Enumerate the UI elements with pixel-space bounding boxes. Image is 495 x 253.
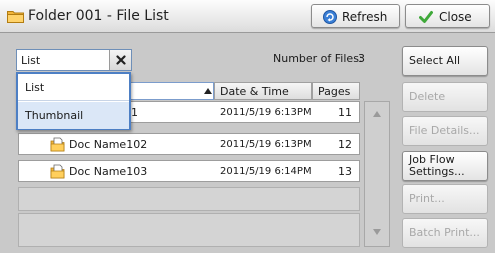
view-mode-dropdown: List Thumbnail <box>16 72 131 130</box>
print-label: Print... <box>409 192 445 205</box>
file-count-label: Number of Files: <box>273 52 363 65</box>
column-header-name[interactable] <box>128 82 214 100</box>
file-pages: 11 <box>338 106 352 119</box>
view-mode-value: List <box>21 54 41 67</box>
column-header-pages-label: Pages <box>318 85 351 98</box>
document-icon <box>50 164 65 179</box>
file-pages: 13 <box>338 165 352 178</box>
file-count-value: 3 <box>358 52 365 65</box>
batch-print-label: Batch Print... <box>409 226 480 239</box>
view-option-list[interactable]: List <box>18 74 129 101</box>
checkmark-icon <box>419 11 433 23</box>
view-mode-select[interactable]: List <box>16 49 132 71</box>
table-row[interactable]: Doc Name102 2011/5/19 6:13PM 12 <box>18 133 360 155</box>
empty-row <box>18 213 360 247</box>
select-all-button[interactable]: Select All <box>402 46 488 76</box>
table-row[interactable]: Doc Name103 2011/5/19 6:14PM 13 <box>18 160 360 182</box>
view-option-thumbnail[interactable]: Thumbnail <box>18 102 129 129</box>
job-flow-line-2: Settings... <box>409 165 465 178</box>
close-label: Close <box>439 10 472 24</box>
refresh-icon <box>323 10 337 24</box>
close-x-icon <box>116 55 126 65</box>
file-details-label: File Details... <box>409 124 480 137</box>
file-name: Doc Name102 <box>69 138 148 151</box>
print-button[interactable]: Print... <box>402 184 488 214</box>
file-date: 2011/5/19 6:14PM <box>220 166 312 177</box>
vertical-scrollbar[interactable] <box>364 101 390 247</box>
file-details-button[interactable]: File Details... <box>402 116 488 146</box>
scroll-up-icon[interactable] <box>373 111 381 117</box>
view-option-label: List <box>25 81 45 94</box>
clear-view-button[interactable] <box>109 50 131 70</box>
document-icon <box>50 137 65 152</box>
file-date: 2011/5/19 6:13PM <box>220 139 312 150</box>
close-button[interactable]: Close <box>405 4 490 28</box>
window-title: Folder 001 - File List <box>28 8 169 24</box>
folder-icon <box>7 11 24 23</box>
delete-label: Delete <box>409 90 446 103</box>
batch-print-button[interactable]: Batch Print... <box>402 218 488 248</box>
column-header-date-label: Date & Time <box>220 85 289 98</box>
select-all-label: Select All <box>409 54 461 67</box>
column-header-pages[interactable]: Pages <box>312 82 360 100</box>
delete-button[interactable]: Delete <box>402 82 488 112</box>
refresh-button[interactable]: Refresh <box>311 4 400 28</box>
file-date: 2011/5/19 6:13PM <box>220 107 312 118</box>
file-pages: 12 <box>338 138 352 151</box>
job-flow-settings-label: Job Flow Settings... <box>409 154 465 178</box>
refresh-label: Refresh <box>342 10 388 24</box>
view-option-label: Thumbnail <box>25 109 84 122</box>
column-header-date[interactable]: Date & Time <box>214 82 312 100</box>
file-name: 1 <box>131 106 138 119</box>
job-flow-settings-button[interactable]: Job Flow Settings... <box>402 151 488 181</box>
scroll-down-icon[interactable] <box>373 229 381 235</box>
empty-row <box>18 187 360 211</box>
sort-up-icon <box>204 88 212 94</box>
title-bar: Folder 001 - File List Refresh Close <box>0 0 495 33</box>
file-name: Doc Name103 <box>69 165 148 178</box>
